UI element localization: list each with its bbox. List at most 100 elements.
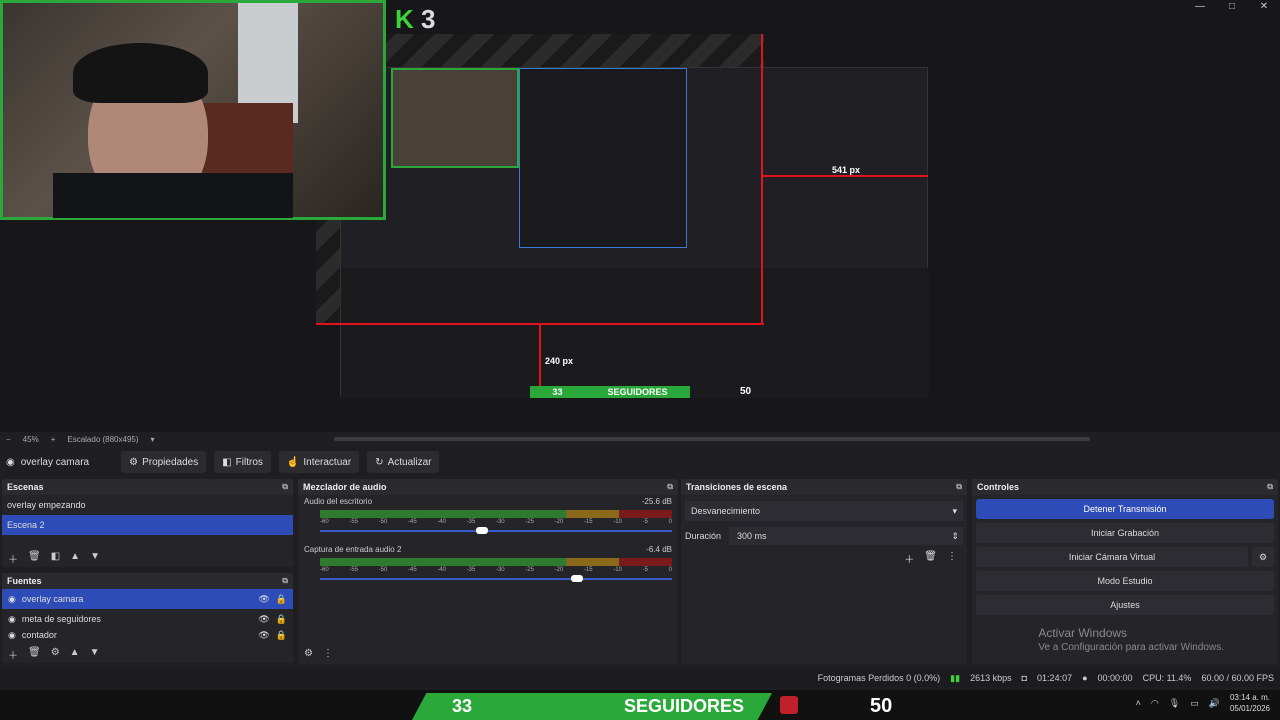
scenes-title: Escenas: [7, 482, 44, 492]
zoom-in-button[interactable]: +: [51, 435, 56, 444]
source-item-selected[interactable]: ◉ overlay camara 👁 🔒: [2, 589, 293, 609]
interact-label: Interactuar: [303, 456, 352, 468]
network-icon[interactable]: ▭: [1190, 698, 1199, 709]
more-icon[interactable]: ⋮: [947, 551, 957, 566]
slider-knob[interactable]: [475, 527, 488, 534]
transition-select[interactable]: Desvanecimiento ▾: [685, 501, 963, 521]
scene-item[interactable]: overlay empezando: [2, 495, 293, 515]
trash-icon[interactable]: 🗑: [28, 551, 41, 565]
webcam-source[interactable]: [0, 0, 386, 220]
watermark-subtitle: Ve a Configuración para activar Windows.: [1038, 642, 1224, 653]
scale-label[interactable]: Escalado (880x495): [67, 435, 138, 444]
channel-top: Captura de entrada audio 2 -6.4 dB: [304, 545, 672, 554]
source-item[interactable]: ◉ meta de seguidores 👁 🔒: [2, 609, 293, 629]
popout-icon[interactable]: ⧉: [1267, 482, 1273, 492]
more-icon[interactable]: ⋮: [323, 648, 333, 662]
gear-icon[interactable]: ⚙: [51, 647, 60, 661]
followers-overlay-bar: 33 SEGUIDORES: [412, 693, 772, 720]
trash-icon[interactable]: 🗑: [28, 647, 41, 661]
guide-line-vertical: [761, 34, 763, 324]
lock-icon[interactable]: 🔒: [276, 630, 287, 641]
settings-button[interactable]: Ajustes: [976, 595, 1274, 615]
popout-icon[interactable]: ⧉: [956, 482, 962, 492]
duration-value: 300 ms: [737, 531, 767, 541]
popout-icon[interactable]: ⧉: [282, 576, 288, 586]
interact-button[interactable]: ☝ Interactuar: [278, 451, 360, 473]
logo-k: K: [395, 4, 414, 34]
popout-icon[interactable]: ⧉: [282, 482, 288, 492]
clock[interactable]: 03:14 a. m. 05/01/2026: [1230, 692, 1270, 714]
virtual-cam-row: Iniciar Cámara Virtual ⚙: [972, 543, 1278, 567]
trash-icon[interactable]: 🗑: [924, 551, 937, 566]
source-item[interactable]: ◉ contador 👁 🔒: [2, 629, 293, 641]
filters-button[interactable]: ◧ Filtros: [214, 451, 271, 473]
eye-icon[interactable]: 👁: [258, 594, 269, 605]
preview-canvas[interactable]: K 3 541 px 240 px 33 SEGUIDORES 50 — □ ✕: [0, 0, 1280, 432]
volume-slider[interactable]: [320, 573, 672, 585]
virtual-cam-settings-button[interactable]: ⚙: [1252, 547, 1274, 567]
arrow-up-icon[interactable]: ▲: [70, 647, 80, 661]
settings-icon[interactable]: ⚙: [304, 648, 313, 662]
sources-footer: ＋ 🗑 ⚙ ▲ ▼: [2, 647, 100, 662]
watermark-title: Activar Windows: [1038, 626, 1128, 640]
obs-window: K 3 541 px 240 px 33 SEGUIDORES 50 — □ ✕…: [0, 0, 1280, 720]
nested-goal: 50: [740, 386, 752, 397]
chevron-up-icon[interactable]: ˄: [1136, 698, 1141, 708]
wifi-icon[interactable]: ◠: [1151, 698, 1159, 709]
lock-icon[interactable]: 🔒: [276, 594, 287, 605]
arrow-up-icon[interactable]: ▲: [70, 551, 80, 565]
source-name: ◉ overlay camara: [6, 457, 89, 468]
scene-item-selected[interactable]: Escena 2: [2, 515, 293, 535]
mixer-title: Mezclador de audio: [303, 482, 387, 492]
preview-scrollbar[interactable]: [334, 437, 1090, 441]
system-tray: ˄ ◠ 🎙 ▭ 🔊 03:14 a. m. 05/01/2026: [1136, 692, 1270, 714]
music-app-icon[interactable]: [780, 696, 798, 714]
lock-icon[interactable]: 🔒: [276, 614, 287, 625]
arrow-down-icon[interactable]: ▼: [90, 647, 100, 661]
source-label: overlay camara: [21, 594, 84, 604]
zoom-out-button[interactable]: −: [6, 435, 11, 444]
stepper-icon[interactable]: ⇕: [951, 531, 959, 542]
guide-line-horizontal: [762, 175, 928, 177]
arrow-down-icon[interactable]: ▼: [90, 551, 100, 565]
duration-input[interactable]: 300 ms ⇕: [729, 527, 963, 545]
logo-num: 3: [421, 4, 436, 34]
start-recording-button[interactable]: Iniciar Grabación: [976, 523, 1274, 543]
audio-mixer-dock: Mezclador de audio ⧉ Audio del escritorio…: [298, 479, 678, 664]
add-icon[interactable]: ＋: [8, 551, 18, 566]
globe-icon: ◉: [8, 613, 16, 624]
studio-mode-button[interactable]: Modo Estudio: [976, 571, 1274, 591]
window-controls: — □ ✕: [1184, 0, 1280, 14]
nested-count: 33: [552, 387, 563, 397]
maximize-button[interactable]: □: [1216, 0, 1248, 14]
slider-rail: [320, 530, 672, 532]
refresh-button[interactable]: ↻ Actualizar: [367, 451, 440, 473]
close-button[interactable]: ✕: [1248, 0, 1280, 14]
filters-label: Filtros: [235, 456, 263, 468]
channel-logo: K 3: [395, 4, 435, 35]
properties-button[interactable]: ⚙ Propiedades: [121, 451, 207, 473]
popout-icon[interactable]: ⧉: [667, 482, 673, 492]
stop-stream-button[interactable]: Detener Transmisión: [976, 499, 1274, 519]
add-icon[interactable]: ＋: [904, 551, 914, 566]
chevron-down-icon[interactable]: ▾: [151, 435, 155, 444]
slider-knob[interactable]: [570, 575, 583, 582]
channel-top: Audio del escritorio -25.6 dB: [304, 497, 672, 506]
clock-time: 03:14 a. m.: [1229, 693, 1270, 702]
live-time: 01:24:07: [1037, 673, 1073, 683]
gear-icon: ⚙: [129, 456, 139, 468]
add-icon[interactable]: ＋: [8, 647, 18, 662]
eye-icon[interactable]: 👁: [258, 614, 269, 625]
distance-label-bottom: 240 px: [545, 356, 574, 366]
activate-windows-watermark: Activar Windows Ve a Configuración para …: [1038, 626, 1224, 653]
volume-meter: [320, 510, 672, 518]
volume-slider[interactable]: [320, 525, 672, 537]
volume-icon[interactable]: 🔊: [1209, 698, 1220, 709]
minimize-button[interactable]: —: [1184, 0, 1216, 14]
filter-icon[interactable]: ◧: [51, 551, 60, 565]
microphone-icon[interactable]: 🎙: [1169, 698, 1180, 709]
volume-meter: [320, 558, 672, 566]
virtual-camera-button[interactable]: Iniciar Cámara Virtual: [976, 547, 1248, 567]
nested-preview-inner: [519, 68, 687, 248]
eye-icon[interactable]: 👁: [258, 630, 269, 641]
